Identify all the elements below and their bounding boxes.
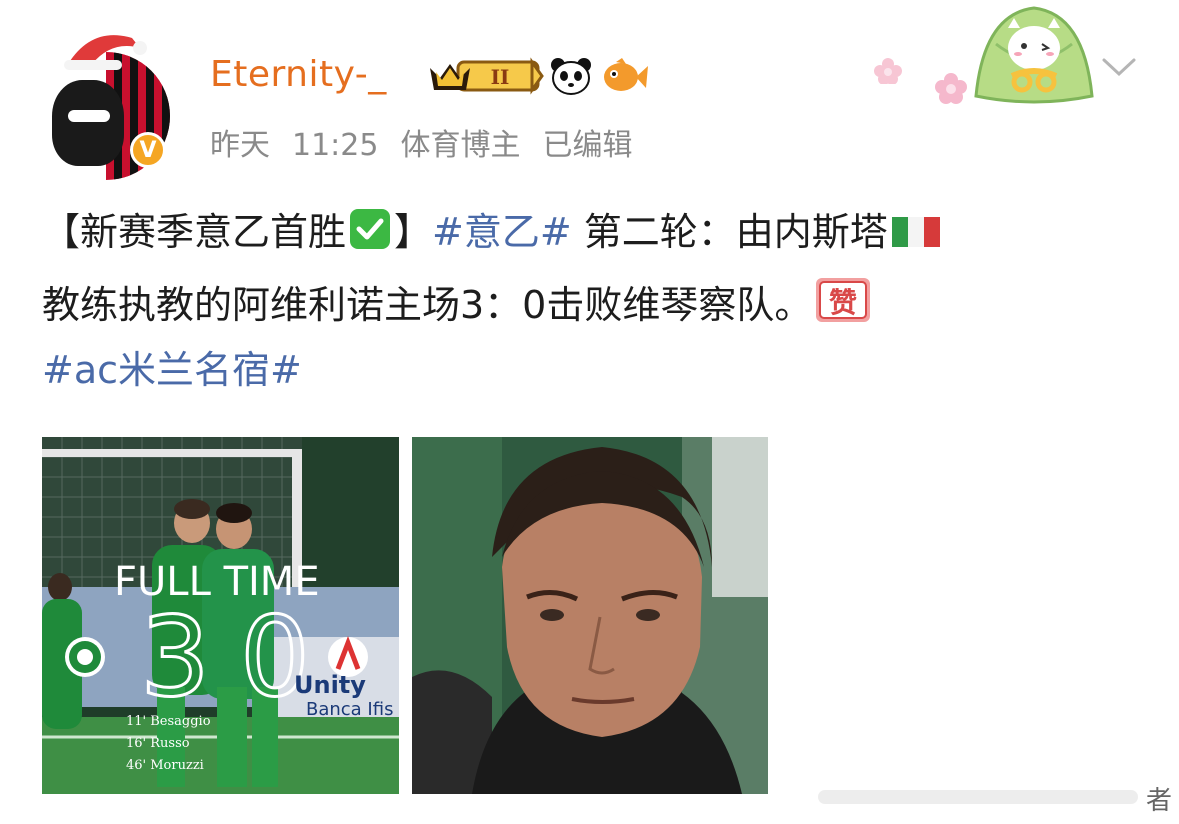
hashtag-link[interactable]: #ac米兰名宿#: [42, 348, 302, 392]
hooded-figure: [52, 80, 124, 166]
scorer-line: 46' Moruzzi: [126, 758, 204, 773]
post-image-1[interactable]: FULL TIME 3 0 Unity Banca Ifis 11' Besag…: [42, 437, 399, 794]
ad-text-2: Banca Ifis: [306, 699, 393, 720]
footer-text: 者: [1146, 786, 1173, 816]
hashtag-link[interactable]: #意乙#: [432, 210, 572, 254]
ad-text-1: Unity: [294, 671, 366, 699]
post-meta: 昨天 11:25 体育博主 已编辑: [210, 120, 654, 164]
line1-text: 第二轮：由内斯塔: [571, 210, 888, 254]
coach-portrait: [412, 437, 768, 794]
crown-level-badge-icon: II: [430, 57, 544, 95]
zongzi-mascot-icon: [974, 6, 1094, 104]
headline-text: 【新赛季意乙首胜: [42, 210, 347, 254]
level-text: II: [491, 65, 510, 89]
home-score: 3: [140, 593, 210, 721]
footer-placeholder: [818, 790, 1138, 804]
svg-text:赞: 赞: [828, 286, 857, 319]
zan-sticker-icon: 赞: [816, 278, 871, 322]
post-image-2[interactable]: [412, 437, 768, 794]
santa-hat-icon: [64, 35, 147, 70]
post-text-line-2: 教练执教的阿维利诺主场3：0击败维琴察队。赞: [42, 276, 874, 331]
flower-deco-icon: [935, 73, 967, 104]
username[interactable]: Eternity-_: [210, 54, 387, 95]
author-category: 体育博主: [400, 128, 521, 163]
line2-text: 教练执教的阿维利诺主场3：0击败维琴察队。: [42, 283, 813, 327]
verified-badge: V: [130, 132, 166, 168]
post-day: 昨天: [210, 128, 270, 163]
post-text-line-3: #ac米兰名宿#: [42, 344, 302, 396]
edited-label[interactable]: 已编辑: [542, 128, 632, 163]
post-time: 11:25: [292, 128, 379, 163]
check-mark-icon: [350, 209, 391, 249]
headline-close: 】: [394, 210, 433, 254]
panda-icon: [551, 58, 591, 95]
away-score: 0: [240, 593, 310, 721]
fish-icon: [604, 58, 648, 91]
chevron-down-icon[interactable]: [1098, 52, 1140, 82]
italy-flag-icon: [891, 217, 940, 247]
scorer-line: 11' Besaggio: [126, 714, 211, 729]
post-text-line-1: 【新赛季意乙首胜 】#意乙# 第二轮：由内斯塔: [42, 206, 944, 258]
flower-deco-icon: [874, 58, 902, 84]
scorer-line: 16' Russo: [126, 736, 190, 751]
fulltime-graphic: FULL TIME 3 0 Unity Banca Ifis 11' Besag…: [42, 437, 399, 794]
